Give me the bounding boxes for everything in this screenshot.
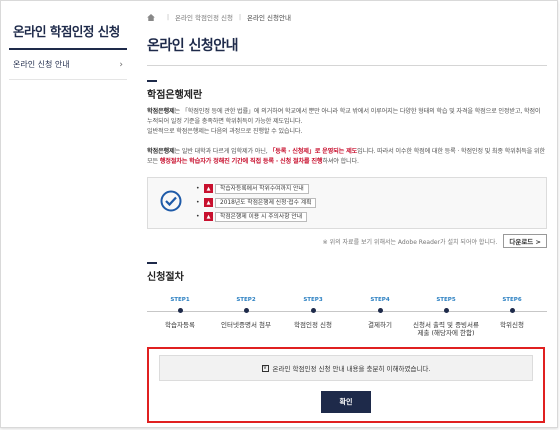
step-dot bbox=[443, 308, 449, 313]
notice-highlight-a: 「등록 · 신청제」로 운영되는 제도 bbox=[269, 148, 358, 155]
notice-lead: 학점은행제 bbox=[147, 148, 175, 155]
download-item: • ▲ 학습자등록에서 학위수여까지 안내 bbox=[196, 183, 316, 194]
intro-paragraph: 학점은행제는 「학점인정 등에 관한 법률」에 의거하여 학교에서 뿐만 아니라… bbox=[147, 107, 547, 137]
step-3: STEP3 학점인정 신청 bbox=[280, 297, 346, 329]
breadcrumb-item[interactable]: 온라인 학점인정 신청 bbox=[175, 12, 233, 22]
intro-text: 는 「학점인정 등에 관한 법률」에 의거하여 학교에서 뿐만 아니라 학교 밖… bbox=[147, 108, 541, 125]
main-content: | 온라인 학점인정 신청 | 온라인 신청안내 온라인 신청안내 학점은행제란… bbox=[147, 9, 547, 423]
pdf-icon: ▲ bbox=[204, 184, 213, 193]
agreement-text: 온라인 학점인정 신청 안내 내용을 충분히 이해하였습니다. bbox=[272, 365, 431, 373]
section-title-credit-bank: 학점은행제란 bbox=[147, 90, 203, 101]
home-icon[interactable] bbox=[147, 13, 155, 21]
step-1: STEP1 학습자등록 bbox=[147, 297, 213, 329]
step-name: 신청서 출력 및 증빙서류 제출 (해당자에 한함) bbox=[413, 321, 479, 337]
step-label: STEP2 bbox=[236, 297, 256, 303]
agreement-row[interactable]: V 온라인 학점인정 신청 안내 내용을 충분히 이해하였습니다. bbox=[159, 355, 533, 381]
download-box: • ▲ 학습자등록에서 학위수여까지 안내 • ▲ 2018년도 학점은행제 신… bbox=[147, 177, 547, 229]
step-dot bbox=[377, 308, 383, 313]
window-frame: 온라인 학점인정 신청 온라인 신청 안내 › | 온라인 학점인정 신청 | … bbox=[0, 0, 558, 428]
step-dot bbox=[243, 308, 249, 313]
bullet: • bbox=[196, 185, 200, 192]
sidebar-item-online-guide[interactable]: 온라인 신청 안내 › bbox=[9, 50, 127, 80]
step-label: STEP3 bbox=[303, 297, 323, 303]
adobe-download-button[interactable]: 다운로드 > bbox=[503, 234, 547, 248]
step-6: STEP6 학위신청 bbox=[479, 297, 545, 329]
intro-line2: 일반적으로 학점은행제는 다음의 과정으로 진행할 수 있습니다. bbox=[147, 128, 303, 135]
download-item: • ▲ 학점은행제 이용 시 주의사항 안내 bbox=[196, 211, 316, 222]
notice-text-c: 하셔야 합니다. bbox=[322, 158, 359, 165]
step-dot bbox=[509, 308, 515, 313]
sidebar: 온라인 학점인정 신청 온라인 신청 안내 › bbox=[9, 9, 127, 80]
step-label: STEP6 bbox=[502, 297, 522, 303]
step-label: STEP4 bbox=[370, 297, 390, 303]
section-marker bbox=[147, 262, 157, 264]
step-dot bbox=[310, 308, 316, 313]
breadcrumb-current: 온라인 신청안내 bbox=[247, 14, 291, 22]
download-item: • ▲ 2018년도 학점은행제 신청·접수 계획 bbox=[196, 197, 317, 208]
download-link-guide[interactable]: 학습자등록에서 학위수여까지 안내 bbox=[215, 183, 309, 194]
pdf-icon: ▲ bbox=[204, 198, 213, 207]
step-name: 결제하기 bbox=[368, 321, 392, 329]
step-4: STEP4 결제하기 bbox=[347, 297, 413, 329]
confirm-section: V 온라인 학점인정 신청 안내 내용을 충분히 이해하였습니다. 확인 bbox=[147, 347, 545, 423]
pdf-icon: ▲ bbox=[204, 212, 213, 221]
step-label: STEP5 bbox=[436, 297, 456, 303]
confirm-button[interactable]: 확인 bbox=[321, 391, 371, 413]
title-divider bbox=[147, 65, 547, 66]
reader-row: ※ 위의 자료를 보기 위해서는 Adobe Reader가 설치 되어야 합니… bbox=[147, 234, 547, 248]
section-marker bbox=[147, 80, 157, 82]
chevron-right-icon: › bbox=[119, 59, 123, 70]
download-link-plan[interactable]: 2018년도 학점은행제 신청·접수 계획 bbox=[215, 197, 317, 208]
breadcrumb: | 온라인 학점인정 신청 | 온라인 신청안내 bbox=[147, 9, 547, 25]
download-list: • ▲ 학습자등록에서 학위수여까지 안내 • ▲ 2018년도 학점은행제 신… bbox=[196, 183, 317, 225]
page-title: 온라인 신청안내 bbox=[147, 38, 239, 54]
step-2: STEP2 인터넷증명서 첨부 bbox=[213, 297, 279, 329]
bullet: • bbox=[196, 199, 200, 206]
agreement-checkbox[interactable]: V bbox=[261, 364, 269, 372]
sidebar-item-label: 온라인 신청 안내 bbox=[13, 60, 70, 69]
step-name: 학위신청 bbox=[500, 321, 524, 329]
step-name: 학습자등록 bbox=[165, 321, 195, 329]
sidebar-title: 온라인 학점인정 신청 bbox=[13, 24, 120, 39]
breadcrumb-separator: | bbox=[238, 13, 242, 21]
notice-paragraph: 학점은행제는 일반 대학과 다르게 입학제가 아닌, 「등록 · 신청제」로 운… bbox=[147, 147, 547, 167]
step-dot bbox=[177, 308, 183, 313]
step-label: STEP1 bbox=[170, 297, 190, 303]
breadcrumb-separator: | bbox=[167, 13, 170, 21]
adobe-reader-note: ※ 위의 자료를 보기 위해서는 Adobe Reader가 설치 되어야 합니… bbox=[322, 238, 498, 246]
bullet: • bbox=[196, 213, 200, 220]
intro-lead: 학점은행제 bbox=[147, 108, 175, 115]
step-name: 학점인정 신청 bbox=[294, 321, 332, 329]
step-name: 인터넷증명서 첨부 bbox=[221, 321, 271, 329]
check-circle-icon bbox=[160, 190, 182, 212]
download-link-cautions[interactable]: 학점은행제 이용 시 주의사항 안내 bbox=[215, 211, 308, 222]
step-5: STEP5 신청서 출력 및 증빙서류 제출 (해당자에 한함) bbox=[413, 297, 479, 337]
notice-highlight-b: 행정절차는 학습자가 정해진 기간에 직접 등록 · 신청 절차를 진행 bbox=[159, 158, 323, 165]
section-title-procedure: 신청절차 bbox=[147, 272, 184, 283]
notice-text-a: 는 일반 대학과 다르게 입학제가 아닌, bbox=[174, 148, 270, 155]
